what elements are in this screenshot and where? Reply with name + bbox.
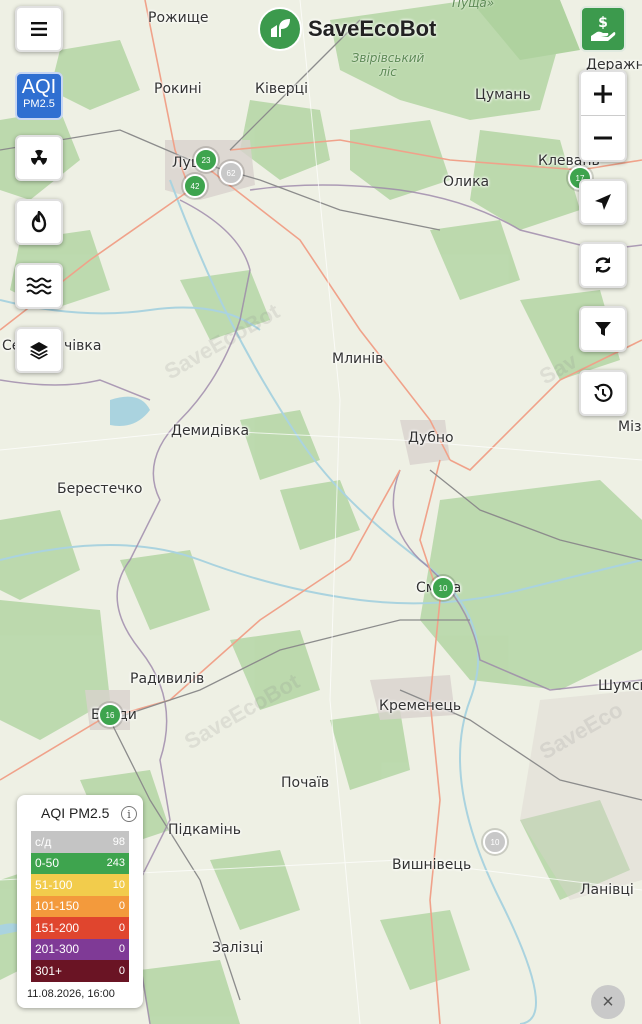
legend-count: 243 (106, 857, 125, 870)
legend-title-text: AQI PM2.5 (41, 805, 110, 821)
zoom-in-button[interactable] (581, 72, 625, 116)
svg-text:$: $ (598, 15, 608, 31)
place-label: Рокині (154, 81, 202, 97)
forest-label: Звірівський ліс (351, 51, 425, 79)
place-label: Міз (618, 419, 642, 435)
brand-logo[interactable]: SaveEcoBot (258, 6, 436, 52)
place-label: Ланівці (580, 882, 634, 898)
legend-range: 51-100 (35, 877, 73, 892)
legend-count: 0 (118, 964, 125, 977)
aqi-pm25-button[interactable]: AQI PM2.5 (15, 72, 63, 120)
info-icon[interactable]: i (121, 806, 137, 822)
menu-button[interactable] (15, 6, 63, 52)
eco-leaf-icon (258, 7, 302, 51)
zoom-out-icon (594, 136, 612, 140)
place-label: Вишнівець (392, 857, 472, 873)
filter-icon (595, 322, 611, 336)
place-label: Шумськ (598, 678, 642, 694)
legend-range: с/д (35, 834, 52, 849)
fire-icon (31, 211, 47, 233)
refresh-button[interactable] (579, 242, 627, 288)
legend-row: 101-150 0 (31, 895, 129, 917)
aqi-legend: AQI PM2.5 i с/д 98 0-50 243 51-100 10 101-150 0… (17, 795, 143, 1008)
radiation-icon (30, 149, 48, 165)
legend-count: 0 (118, 943, 125, 956)
legend-row: 0-50 243 (31, 852, 129, 874)
place-label: Радивилів (130, 671, 205, 687)
refresh-icon (595, 257, 611, 273)
donate-button[interactable]: $ (580, 6, 626, 52)
forest-label: Пуща» (452, 0, 495, 10)
legend-range: 0-50 (35, 856, 60, 871)
locate-button[interactable] (579, 179, 627, 225)
legend-row: 51-100 10 (31, 874, 129, 896)
history-button[interactable] (579, 370, 627, 416)
history-icon (594, 383, 613, 402)
legend-timestamp: 11.08.2026, 16:00 (27, 988, 115, 1000)
legend-count: 10 (112, 878, 125, 891)
legend-row: 201-300 0 (31, 938, 129, 960)
zoom-in-icon (594, 84, 612, 103)
aqi-button-label: AQI (21, 76, 57, 98)
place-label: Рожище (148, 10, 209, 26)
legend-rows: с/д 98 0-50 243 51-100 10 101-150 0 151-200 0 201-… (31, 831, 129, 982)
legend-range: 151-200 (35, 920, 80, 935)
water-button[interactable] (15, 263, 63, 309)
filter-button[interactable] (579, 306, 627, 352)
place-label: Млинів (332, 351, 384, 367)
legend-row: с/д 98 (31, 831, 129, 853)
place-label: Берестечко (57, 481, 143, 497)
legend-row: 151-200 0 (31, 917, 129, 939)
station-marker[interactable]: 10 (431, 576, 455, 600)
radiation-button[interactable] (15, 135, 63, 181)
station-marker[interactable]: 42 (183, 174, 207, 198)
place-label: Дубно (408, 430, 454, 446)
station-marker[interactable]: 62 (219, 161, 243, 185)
layers-button[interactable] (15, 327, 63, 373)
place-label: Залізці (212, 940, 264, 956)
place-label: Почаїв (281, 775, 330, 791)
fire-button[interactable] (15, 199, 63, 245)
legend-range: 201-300 (35, 942, 80, 957)
close-button[interactable]: × (591, 985, 625, 1019)
zoom-out-button[interactable] (581, 116, 625, 160)
place-label: Підкамінь (168, 822, 241, 838)
place-label: Кременець (379, 698, 462, 714)
donate-hand-icon: $ (591, 15, 616, 41)
station-marker[interactable]: 16 (98, 703, 122, 727)
place-label: Цумань (475, 87, 531, 103)
legend-count: 0 (118, 921, 125, 934)
layers-icon (30, 342, 48, 360)
aqi-button-sublabel: PM2.5 (23, 98, 55, 110)
zoom-control (579, 70, 627, 162)
station-marker[interactable]: 23 (194, 148, 218, 172)
menu-icon (31, 22, 47, 36)
legend-range: 101-150 (35, 899, 80, 914)
legend-range: 301+ (35, 963, 63, 978)
place-label: Ківерці (255, 81, 308, 97)
legend-row: 301+ 0 (31, 960, 129, 982)
legend-title: AQI PM2.5 i (31, 805, 137, 825)
legend-count: 98 (112, 835, 125, 848)
legend-count: 0 (118, 900, 125, 913)
place-label: Демидівка (171, 423, 250, 439)
station-marker[interactable]: 10 (483, 830, 507, 854)
water-waves-icon (26, 277, 52, 295)
locate-icon (595, 194, 611, 210)
brand-name: SaveEcoBot (308, 16, 437, 41)
place-label: Олика (443, 174, 490, 190)
